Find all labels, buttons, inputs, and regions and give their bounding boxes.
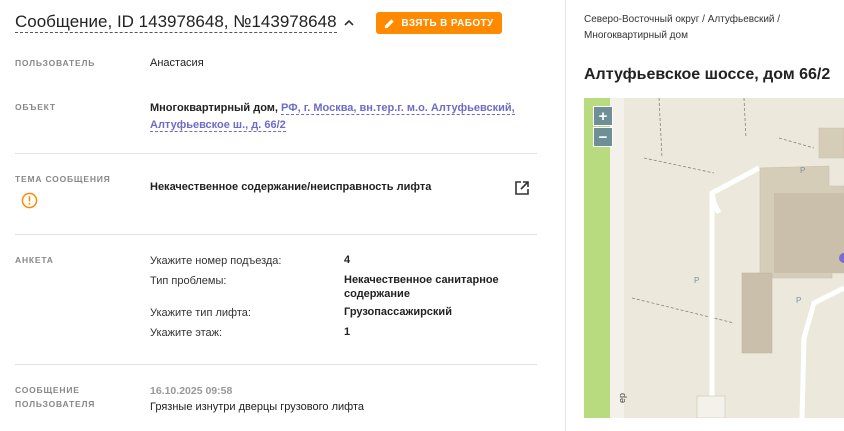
message-date: 16.10.2025 09:58 xyxy=(150,385,233,397)
chevron-up-icon[interactable] xyxy=(343,17,355,29)
survey-question: Укажите номер подъезда: xyxy=(150,255,282,267)
survey-answer: 1 xyxy=(344,326,351,338)
object-label: ОБЪЕКТ xyxy=(15,102,56,112)
take-to-work-button[interactable]: ВЗЯТЬ В РАБОТУ xyxy=(376,12,502,34)
external-link-icon[interactable] xyxy=(514,180,530,196)
object-address-link-2[interactable]: Алтуфьевское ш., д. 66/2 xyxy=(150,119,286,132)
divider xyxy=(15,364,537,365)
object-value: Многоквартирный дом, РФ, г. Москва, вн.т… xyxy=(150,100,515,116)
parking-marker-icon: P xyxy=(800,166,806,175)
survey-answer: Грузопассажирский xyxy=(344,306,452,318)
survey-answer-line2: содержание xyxy=(344,288,410,300)
parking-marker-icon: P xyxy=(796,296,802,305)
parking-marker-icon: P xyxy=(694,276,700,285)
survey-question: Укажите тип лифта: xyxy=(150,307,251,319)
location-panel: Северо-Восточный округ / Алтуфьевский / … xyxy=(566,0,844,431)
zoom-in-button[interactable]: + xyxy=(593,106,613,126)
location-address: Алтуфьевское шоссе, дом 66/2 xyxy=(584,66,831,83)
topic-label: ТЕМА СООБЩЕНИЯ xyxy=(15,174,111,184)
survey-answer-line1: Некачественное санитарное xyxy=(344,274,499,286)
take-to-work-label: ВЗЯТЬ В РАБОТУ xyxy=(401,17,494,29)
message-title-row: Сообщение, ID 143978648, №143978648 xyxy=(15,12,355,33)
message-details-panel: Сообщение, ID 143978648, №143978648 ВЗЯТ… xyxy=(0,0,565,431)
user-label: ПОЛЬЗОВАТЕЛЬ xyxy=(15,58,96,68)
survey-answer: 4 xyxy=(344,254,351,266)
street-label-fragment: ер xyxy=(617,392,627,403)
survey-label: АНКЕТА xyxy=(15,255,54,265)
divider xyxy=(15,153,537,154)
pencil-icon xyxy=(385,18,394,28)
topic-value: Некачественное содержание/неисправность … xyxy=(150,181,432,193)
breadcrumb-line1: Северо-Восточный округ / Алтуфьевский / xyxy=(584,14,781,25)
user-message-label-line2: ПОЛЬЗОВАТЕЛЯ xyxy=(15,399,96,409)
divider xyxy=(15,234,537,235)
zoom-out-button[interactable]: − xyxy=(593,127,613,147)
breadcrumb: Северо-Восточный округ / Алтуфьевский / … xyxy=(584,12,834,44)
object-type: Многоквартирный дом, xyxy=(150,102,278,114)
breadcrumb-line2: Многоквартирный дом xyxy=(584,30,688,41)
survey-question: Укажите этаж: xyxy=(150,327,223,339)
object-address-link-1[interactable]: РФ, г. Москва, вн.тер.г. м.о. Алтуфьевск… xyxy=(281,102,515,115)
warning-icon xyxy=(21,192,38,209)
user-value: Анастасия xyxy=(150,57,204,69)
map[interactable]: + − P P P ер xyxy=(584,98,844,418)
object-address-line2: Алтуфьевское ш., д. 66/2 xyxy=(150,117,286,133)
survey-question: Тип проблемы: xyxy=(150,275,227,287)
message-title[interactable]: Сообщение, ID 143978648, №143978648 xyxy=(15,12,337,33)
message-text: Грязные изнутри дверцы грузового лифта xyxy=(150,401,364,413)
map-tiles xyxy=(584,98,844,418)
